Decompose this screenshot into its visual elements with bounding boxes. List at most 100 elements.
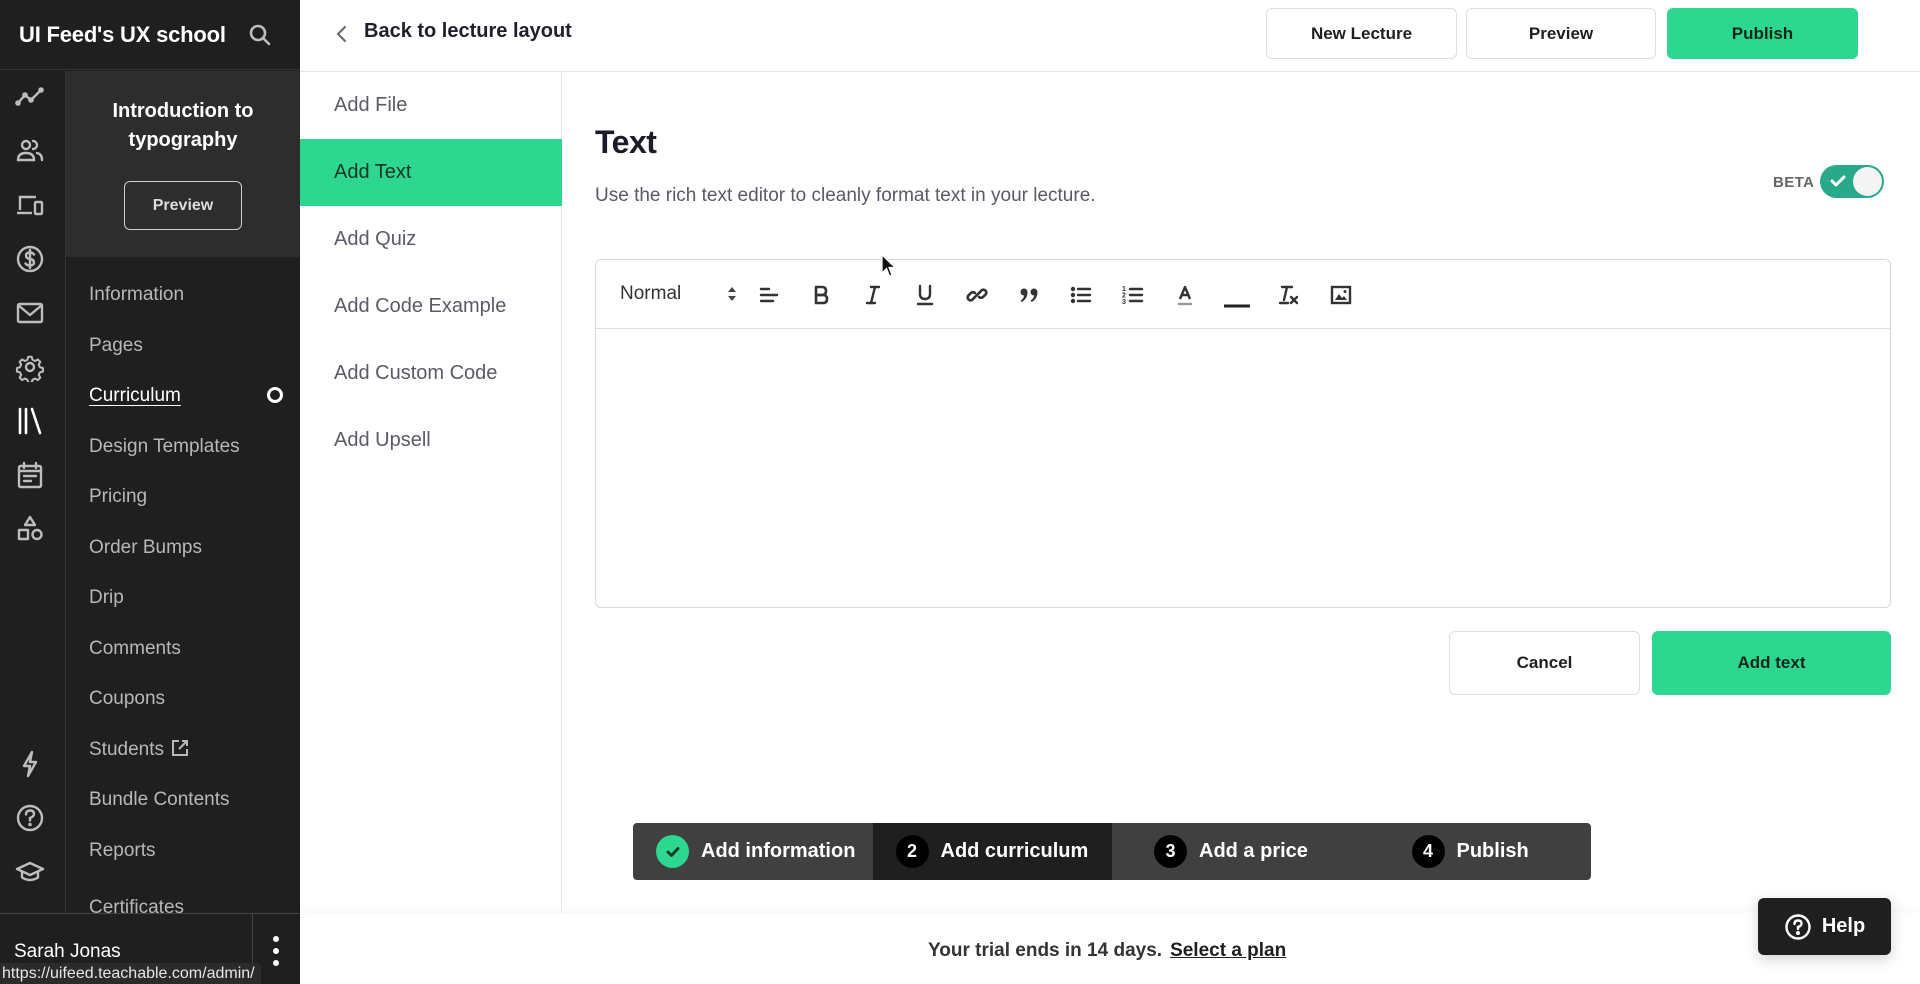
new-lecture-button[interactable]: New Lecture [1266, 8, 1457, 59]
step-number-badge: 3 [1154, 835, 1187, 868]
shapes-icon[interactable] [12, 511, 48, 547]
search-icon[interactable] [246, 21, 274, 49]
nav-item-certificates[interactable]: Certificates [89, 897, 184, 913]
course-setup-stepper: Add information 2 Add curriculum 3 Add a… [633, 823, 1591, 880]
align-icon[interactable] [754, 280, 784, 310]
submenu-add-upsell[interactable]: Add Upsell [300, 407, 562, 474]
graduation-cap-icon[interactable] [12, 854, 48, 890]
email-icon[interactable] [12, 295, 48, 331]
icon-rail [0, 71, 66, 913]
help-circle-icon [1785, 913, 1811, 940]
sales-dollar-icon[interactable] [12, 241, 48, 277]
active-indicator-dot [267, 387, 283, 403]
users-icon[interactable] [12, 133, 48, 169]
nav-item-information[interactable]: Information [89, 284, 184, 306]
cancel-button[interactable]: Cancel [1449, 631, 1640, 695]
nav-item-reports[interactable]: Reports [89, 840, 156, 862]
calendar-icon[interactable] [12, 457, 48, 493]
page-title: Text [595, 124, 657, 160]
select-plan-link[interactable]: Select a plan [1170, 940, 1286, 961]
toggle-knob [1853, 167, 1882, 196]
beta-toggle[interactable] [1820, 165, 1884, 198]
mouse-cursor-icon [881, 254, 897, 277]
check-icon [1830, 175, 1846, 187]
step-label: Add curriculum [940, 840, 1089, 862]
course-nav: Information Pages Curriculum Design Temp… [66, 257, 300, 913]
page-description: Use the rich text editor to cleanly form… [595, 185, 1096, 206]
underline-icon[interactable] [910, 280, 940, 310]
school-header: UI Feed's UX school [0, 0, 300, 70]
step-label: Add information [701, 840, 856, 862]
lightning-icon[interactable] [12, 746, 48, 782]
analytics-icon[interactable] [12, 79, 48, 115]
course-panel: Introduction to typography Preview [66, 71, 300, 257]
left-sidebar: UI Feed's UX school Introduction to typo… [0, 0, 300, 984]
publish-button[interactable]: Publish [1667, 8, 1858, 59]
course-title-line2: typography [128, 129, 238, 151]
status-bar-url: https://uifeed.teachable.com/admin/ [0, 963, 261, 984]
library-icon[interactable] [12, 403, 48, 439]
nav-item-curriculum[interactable]: Curriculum [89, 385, 181, 407]
nav-item-design-templates[interactable]: Design Templates [89, 436, 240, 458]
nav-item-pricing[interactable]: Pricing [89, 486, 147, 508]
nav-item-coupons[interactable]: Coupons [89, 688, 165, 710]
text-color-icon[interactable] [1170, 280, 1200, 310]
more-options-icon[interactable] [266, 936, 286, 966]
svg-text:3: 3 [1122, 299, 1126, 306]
nav-item-bundle-contents[interactable]: Bundle Contents [89, 789, 230, 811]
submenu-add-text[interactable]: Add Text [300, 139, 562, 206]
rich-text-editor: Normal 1 2 3 [595, 259, 1891, 608]
step-publish[interactable]: 4 Publish [1352, 823, 1592, 880]
numbered-list-icon[interactable]: 123 [1118, 280, 1148, 310]
nav-item-students-label: Students [89, 739, 164, 760]
course-title-line1: Introduction to [112, 100, 254, 122]
nav-item-order-bumps[interactable]: Order Bumps [89, 537, 202, 559]
submenu-add-quiz[interactable]: Add Quiz [300, 206, 562, 273]
editor-toolbar: Normal 1 2 3 [596, 260, 1890, 329]
step-label: Add a price [1199, 840, 1308, 862]
step-number-badge: 4 [1411, 835, 1445, 868]
add-text-button[interactable]: Add text [1652, 631, 1891, 695]
top-bar: Back to lecture layout New Lecture Previ… [300, 0, 1920, 72]
back-label: Back to lecture layout [364, 19, 572, 42]
step-add-information[interactable]: Add information [633, 823, 873, 880]
step-complete-check-icon [656, 835, 689, 868]
submenu-add-custom-code[interactable]: Add Custom Code [300, 340, 562, 407]
link-icon[interactable] [962, 280, 992, 310]
nav-item-drip[interactable]: Drip [89, 587, 124, 609]
nav-item-comments[interactable]: Comments [89, 638, 181, 660]
bold-icon[interactable] [806, 280, 836, 310]
image-icon[interactable] [1326, 280, 1356, 310]
bullet-list-icon[interactable] [1066, 280, 1096, 310]
help-button[interactable]: Help [1758, 898, 1891, 955]
course-preview-button[interactable]: Preview [124, 181, 242, 230]
submenu-add-file[interactable]: Add File [300, 72, 562, 139]
format-select[interactable]: Normal [620, 279, 738, 309]
preview-button[interactable]: Preview [1466, 8, 1656, 59]
nav-item-students[interactable]: Students [89, 739, 189, 763]
chevron-left-icon [336, 26, 346, 42]
submenu-add-code-example[interactable]: Add Code Example [300, 273, 562, 340]
help-circle-icon[interactable] [12, 800, 48, 836]
beta-label: BETA [1773, 174, 1815, 191]
step-add-curriculum[interactable]: 2 Add curriculum [872, 823, 1112, 880]
devices-icon[interactable] [12, 187, 48, 223]
settings-gear-icon[interactable] [12, 349, 48, 385]
horizontal-rule-icon[interactable] [1222, 280, 1252, 310]
external-link-icon [171, 739, 189, 763]
format-select-value: Normal [620, 283, 682, 304]
trial-footer: Your trial ends in 14 days. Select a plan [300, 913, 1920, 984]
step-number-badge: 2 [895, 835, 929, 868]
editor-content-area[interactable] [596, 329, 1890, 607]
trial-text: Your trial ends in 14 days. [928, 940, 1163, 961]
school-name[interactable]: UI Feed's UX school [19, 22, 226, 48]
italic-icon[interactable] [858, 280, 888, 310]
blockquote-icon[interactable] [1014, 280, 1044, 310]
nav-item-pages[interactable]: Pages [89, 335, 143, 357]
clear-format-icon[interactable] [1274, 280, 1304, 310]
back-to-lecture-link[interactable]: Back to lecture layout [330, 16, 572, 46]
trial-message: Your trial ends in 14 days. Select a plan [928, 940, 1286, 962]
step-add-a-price[interactable]: 3 Add a price [1112, 823, 1352, 880]
user-name[interactable]: Sarah Jonas [14, 941, 121, 963]
step-label: Publish [1456, 840, 1529, 862]
